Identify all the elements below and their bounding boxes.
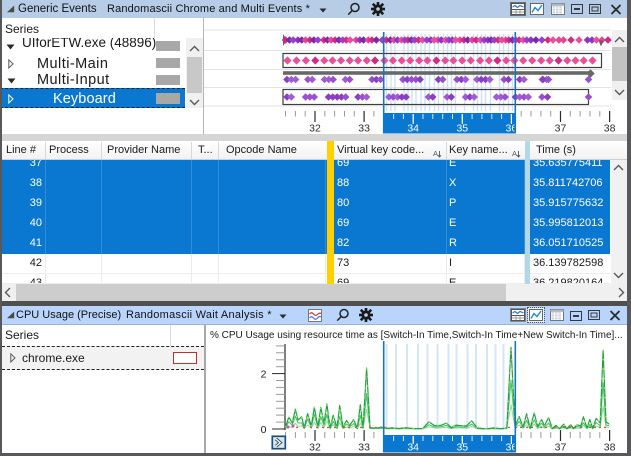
- svg-text:35: 35: [456, 442, 468, 454]
- svg-text:38: 38: [604, 442, 616, 454]
- svg-text:0: 0: [261, 424, 267, 436]
- svg-text:38: 38: [604, 123, 616, 135]
- svg-text:34: 34: [407, 123, 419, 135]
- svg-text:32: 32: [309, 442, 321, 454]
- svg-text:34: 34: [407, 442, 419, 454]
- svg-text:37: 37: [555, 442, 567, 454]
- svg-text:35: 35: [456, 123, 468, 135]
- svg-text:33: 33: [358, 123, 370, 135]
- svg-text:37: 37: [555, 123, 567, 135]
- svg-text:A: A: [433, 149, 438, 158]
- svg-text:A: A: [512, 149, 517, 158]
- svg-text:33: 33: [358, 442, 370, 454]
- svg-text:% CPU Usage using resource tim: % CPU Usage using resource time as [Swit…: [210, 330, 623, 341]
- svg-text:2: 2: [261, 369, 267, 381]
- svg-text:32: 32: [309, 123, 321, 135]
